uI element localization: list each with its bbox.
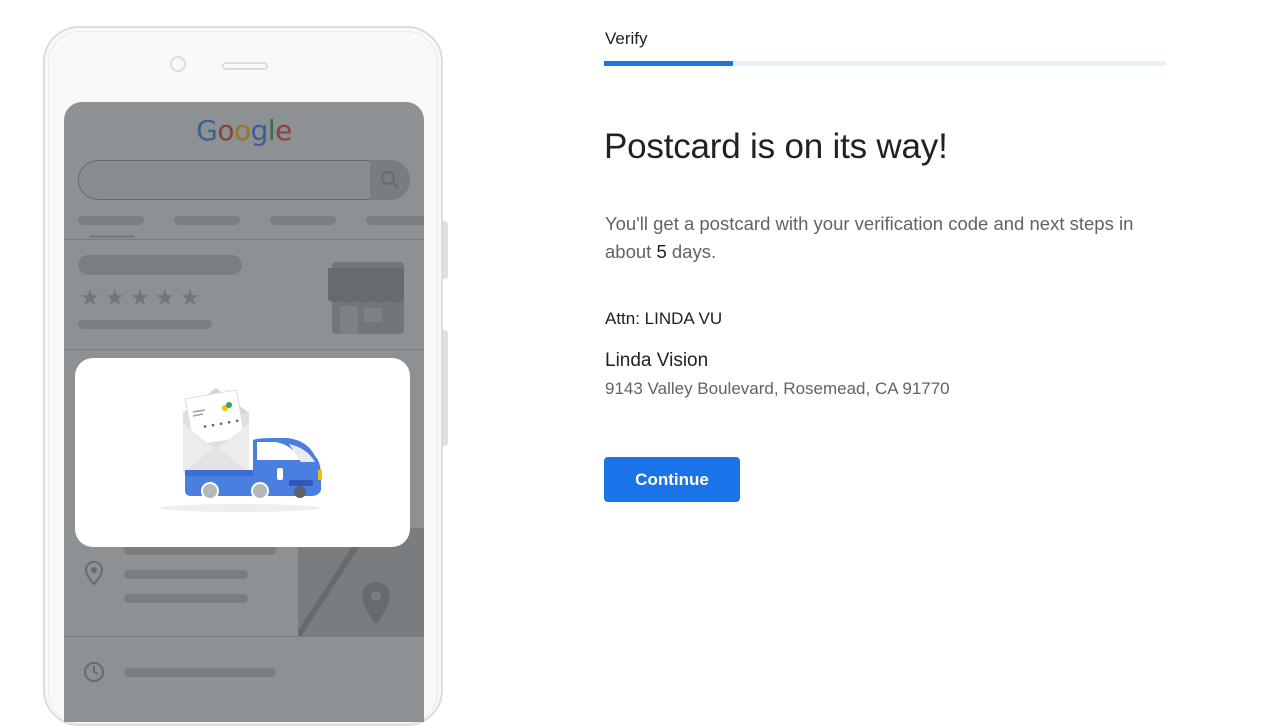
speaker-icon xyxy=(222,62,268,70)
postcard-illustration-card: • • • • • xyxy=(75,358,410,547)
attention-line: Attn: LINDA VU xyxy=(605,309,723,328)
progress-bar xyxy=(604,61,1166,66)
step-label: Verify xyxy=(605,29,648,48)
phone-side-button xyxy=(443,330,448,446)
continue-button[interactable]: Continue xyxy=(604,457,740,502)
business-address: 9143 Valley Boulevard, Rosemead, CA 9177… xyxy=(605,379,950,398)
description-suffix: days. xyxy=(666,241,717,262)
camera-icon xyxy=(170,56,186,72)
progress-bar-fill xyxy=(604,61,734,66)
description-text: You'll get a postcard with your verifica… xyxy=(605,210,1165,266)
envelope-icon: • • • • • xyxy=(183,388,249,473)
description-days: 5 xyxy=(656,241,667,262)
business-name: Linda Vision xyxy=(605,350,709,371)
phone-side-button xyxy=(443,221,448,279)
page-title: Postcard is on its way! xyxy=(604,127,948,166)
